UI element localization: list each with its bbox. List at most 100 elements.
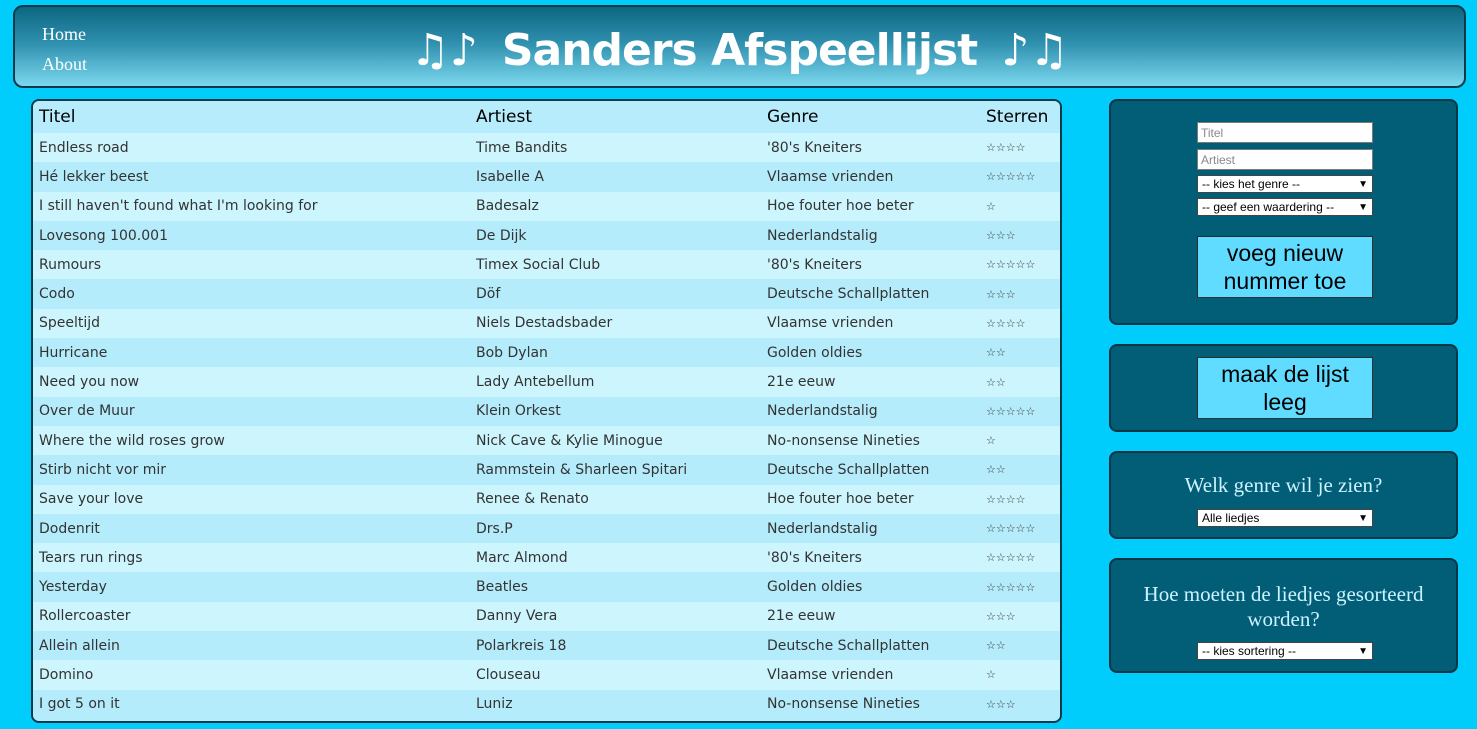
table-row[interactable]: Dodenrit Drs.P Nederlandstalig ☆☆☆☆☆	[33, 513, 1060, 544]
table-row[interactable]: Hurricane Bob Dylan Golden oldies ☆☆	[33, 338, 1060, 368]
table-row[interactable]: Allein allein Polarkreis 18 Deutsche Schal…	[33, 631, 1060, 661]
cell-artist: Polarkreis 18	[470, 631, 761, 661]
clear-list-panel: maak de lijst leeg	[1109, 344, 1458, 432]
sort-select-value: -- kies sortering --	[1202, 644, 1297, 658]
rating-select-value: -- geef een waardering --	[1202, 200, 1335, 214]
genre-filter-value: Alle liedjes	[1202, 511, 1260, 525]
cell-stars: ☆☆☆☆☆	[980, 543, 1060, 573]
cell-stars: ☆☆	[980, 338, 1060, 368]
cell-artist: Danny Vera	[470, 601, 761, 632]
cell-artist: Badesalz	[470, 191, 761, 221]
cell-genre: Vlaamse vrienden	[761, 660, 980, 690]
cell-artist: Nick Cave & Kylie Minogue	[470, 425, 761, 456]
cell-artist: Beatles	[470, 572, 761, 602]
table-body: Endless road Time Bandits '80's Kneiters ☆☆…	[33, 133, 1060, 719]
cell-stars: ☆☆☆☆☆	[980, 572, 1060, 602]
column-header-artist[interactable]: Artiest	[470, 101, 761, 133]
table-row[interactable]: Rollercoaster Danny Vera 21e eeuw ☆☆☆	[33, 601, 1060, 632]
table-row[interactable]: Endless road Time Bandits '80's Kneiters ☆☆…	[33, 133, 1060, 163]
table-row[interactable]: Speeltijd Niels Destadsbader Vlaamse vrien…	[33, 308, 1060, 339]
cell-genre: Golden oldies	[761, 338, 980, 368]
sort-label: Hoe moeten de liedjes gesorteerd worden?	[1143, 582, 1424, 631]
cell-title: Hé lekker beest	[33, 162, 470, 192]
column-header-genre[interactable]: Genre	[761, 101, 980, 133]
add-song-button[interactable]: voeg nieuw nummer toe	[1197, 236, 1373, 298]
table-row[interactable]: Yesterday Beatles Golden oldies ☆☆☆☆☆	[33, 572, 1060, 602]
cell-genre: Deutsche Schallplatten	[761, 279, 980, 309]
table-row[interactable]: Tears run rings Marc Almond '80's Kneiters…	[33, 543, 1060, 573]
clear-list-button[interactable]: maak de lijst leeg	[1197, 357, 1373, 419]
cell-title: Save your love	[33, 484, 470, 514]
chevron-down-icon: ▼	[1358, 512, 1368, 524]
cell-stars: ☆☆☆☆	[980, 308, 1060, 339]
cell-artist: Bob Dylan	[470, 338, 761, 368]
cell-title: Tears run rings	[33, 543, 470, 573]
cell-artist: Luniz	[470, 689, 761, 719]
cell-stars: ☆	[980, 191, 1060, 221]
cell-stars: ☆☆☆	[980, 689, 1060, 719]
cell-artist: Rammstein & Sharleen Spitari	[470, 455, 761, 485]
table-row[interactable]: Rumours Timex Social Club '80's Kneiters ☆☆…	[33, 250, 1060, 280]
rating-select[interactable]: -- geef een waardering -- ▼	[1197, 198, 1373, 216]
cell-title: Lovesong 100.001	[33, 220, 470, 251]
cell-artist: Lady Antebellum	[470, 367, 761, 397]
table-row[interactable]: Over de Muur Klein Orkest Nederlandstalig ☆…	[33, 396, 1060, 426]
chevron-down-icon: ▼	[1358, 201, 1368, 213]
cell-artist: Drs.P	[470, 513, 761, 544]
genre-filter-panel: Welk genre wil je zien? Alle liedjes ▼	[1109, 451, 1458, 539]
genre-filter-select[interactable]: Alle liedjes ▼	[1197, 509, 1373, 527]
cell-title: Rumours	[33, 250, 470, 280]
cell-title: I got 5 on it	[33, 689, 470, 719]
cell-genre: No-nonsense Nineties	[761, 425, 980, 456]
cell-artist: Marc Almond	[470, 543, 761, 573]
cell-artist: Isabelle A	[470, 162, 761, 192]
cell-genre: Hoe fouter hoe beter	[761, 191, 980, 221]
cell-title: Allein allein	[33, 631, 470, 661]
table-row[interactable]: Save your love Renee & Renato Hoe fouter h…	[33, 484, 1060, 514]
genre-select[interactable]: -- kies het genre -- ▼	[1197, 175, 1373, 193]
cell-title: Hurricane	[33, 338, 470, 368]
table-row[interactable]: I got 5 on it Luniz No-nonsense Nineties ☆☆…	[33, 689, 1060, 719]
title-wrap: ♫♪ Sanders Afspeellijst ♪♫	[15, 19, 1464, 83]
cell-artist: Renee & Renato	[470, 484, 761, 514]
cell-title: Yesterday	[33, 572, 470, 602]
cell-stars: ☆☆	[980, 631, 1060, 661]
cell-artist: Clouseau	[470, 660, 761, 690]
chevron-down-icon: ▼	[1358, 645, 1368, 657]
cell-artist: Döf	[470, 279, 761, 309]
cell-title: Dodenrit	[33, 513, 470, 544]
site-title: Sanders Afspeellijst	[501, 25, 978, 76]
cell-artist: Timex Social Club	[470, 250, 761, 280]
title-input[interactable]	[1197, 122, 1373, 143]
genre-filter-label: Welk genre wil je zien?	[1184, 473, 1383, 497]
cell-title: Codo	[33, 279, 470, 309]
cell-genre: Deutsche Schallplatten	[761, 455, 980, 485]
cell-genre: '80's Kneiters	[761, 250, 980, 280]
music-notes-icon-right: ♪♫	[1001, 25, 1069, 76]
chevron-down-icon: ▼	[1358, 178, 1368, 190]
table-row[interactable]: Domino Clouseau Vlaamse vrienden ☆	[33, 660, 1060, 690]
cell-title: Stirb nicht vor mir	[33, 455, 470, 485]
cell-title: Speeltijd	[33, 308, 470, 339]
cell-genre: Nederlandstalig	[761, 396, 980, 426]
artist-input[interactable]	[1197, 149, 1373, 170]
add-song-panel: -- kies het genre -- ▼ -- geef een waard…	[1109, 99, 1458, 325]
genre-select-value: -- kies het genre --	[1202, 177, 1301, 191]
cell-title: Endless road	[33, 133, 470, 163]
table-row[interactable]: Stirb nicht vor mir Rammstein & Sharleen …	[33, 455, 1060, 485]
table-row[interactable]: Need you now Lady Antebellum 21e eeuw ☆☆	[33, 367, 1060, 397]
table-row[interactable]: Codo Döf Deutsche Schallplatten ☆☆☆	[33, 279, 1060, 309]
cell-stars: ☆☆☆☆☆	[980, 513, 1060, 544]
sort-select[interactable]: -- kies sortering -- ▼	[1197, 642, 1373, 660]
cell-stars: ☆☆☆	[980, 220, 1060, 251]
table-row[interactable]: I still haven't found what I'm looking f…	[33, 191, 1060, 221]
column-header-title[interactable]: Titel	[33, 101, 470, 133]
cell-stars: ☆☆☆☆☆	[980, 396, 1060, 426]
table-row[interactable]: Where the wild roses grow Nick Cave & Kyl…	[33, 425, 1060, 456]
column-header-stars[interactable]: Sterren	[980, 101, 1060, 133]
table-row[interactable]: Lovesong 100.001 De Dijk Nederlandstalig ☆☆…	[33, 220, 1060, 251]
cell-genre: Nederlandstalig	[761, 220, 980, 251]
table-row[interactable]: Hé lekker beest Isabelle A Vlaamse vriende…	[33, 162, 1060, 192]
table-header-row: Titel Artiest Genre Sterren	[33, 101, 1060, 133]
cell-stars: ☆☆☆☆	[980, 484, 1060, 514]
